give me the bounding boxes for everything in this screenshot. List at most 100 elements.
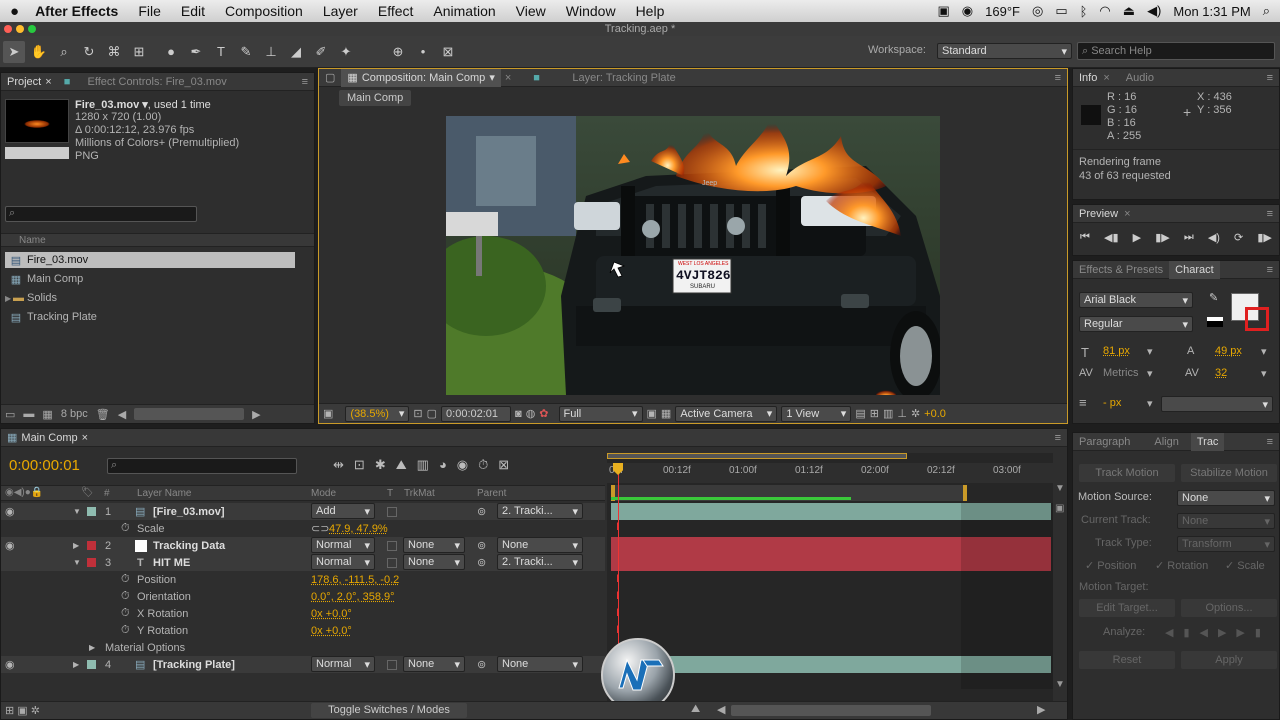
timeline-search-input[interactable]: ⌕ (107, 458, 297, 474)
bluetooth-icon[interactable]: ᛒ (1080, 4, 1088, 19)
leading-value[interactable]: 49 px (1215, 345, 1242, 357)
analyze-buttons[interactable]: ◀▮◀▶▶▮ (1165, 626, 1271, 639)
show-snapshot-icon[interactable]: ◍ (526, 407, 536, 420)
property-row-position[interactable]: ⏱ Position 178.6, -111.5, -0.2 (1, 571, 605, 588)
3d-view-dropdown[interactable]: Active Camera ▾ (675, 405, 778, 422)
stroke-width-value[interactable]: - px (1103, 397, 1121, 409)
font-style-dropdown[interactable]: Regular ▾ (1079, 316, 1193, 332)
parent-dropdown[interactable]: None ▾ (497, 537, 583, 553)
menu-layer[interactable]: Layer (313, 3, 368, 19)
stopwatch-icon[interactable]: ⏱ (121, 573, 130, 586)
temperature-label[interactable]: 169°F (985, 4, 1020, 19)
exposure-value[interactable]: +0.0 (924, 408, 946, 420)
tab-paragraph[interactable]: Paragraph (1073, 433, 1136, 451)
project-item-fire[interactable]: ▤ Fire_03.mov (5, 252, 295, 268)
scale-checkbox[interactable]: ✓ Scale (1225, 559, 1265, 572)
motion-blur-icon[interactable]: ◕ (439, 457, 447, 473)
position-value[interactable]: 178.6, -111.5, -0.2 (311, 574, 399, 586)
font-size-value[interactable]: 81 px (1103, 345, 1130, 357)
blend-mode-dropdown[interactable]: Normal ▾ (311, 554, 375, 570)
clock[interactable]: Mon 1:31 PM (1173, 4, 1250, 19)
axis-mode-icon[interactable]: ⊕ (387, 41, 409, 63)
apply-button[interactable]: Apply (1181, 651, 1277, 669)
property-row-y-rotation[interactable]: ⏱ Y Rotation 0x +0.0° (1, 622, 605, 639)
previous-frame-icon[interactable]: ◀▮ (1104, 231, 1119, 244)
rotate-tool-icon[interactable]: ↻ (78, 41, 100, 63)
tab-audio[interactable]: Audio (1120, 69, 1160, 87)
shy-icon[interactable]: ⛰ (396, 457, 407, 473)
current-time[interactable]: 0:00:00:01 (9, 457, 80, 474)
status-icon[interactable]: ◎ (1032, 3, 1043, 19)
menu-composition[interactable]: Composition (215, 3, 313, 19)
pan-behind-tool-icon[interactable]: ⊞ (128, 41, 150, 63)
panel-menu-icon[interactable]: ≡ (1267, 72, 1279, 84)
tab-character[interactable]: Charact (1169, 260, 1220, 279)
stroke-color-swatch[interactable] (1245, 307, 1269, 331)
fast-previews-icon[interactable]: ⊞ (870, 407, 879, 420)
magnification-dropdown[interactable]: (38.5%) ▾ (345, 405, 410, 422)
always-preview-icon[interactable]: ▣ (323, 407, 333, 420)
first-frame-icon[interactable]: ⏮ (1080, 231, 1090, 244)
comp-flowchart-icon[interactable]: ⊞ ▣ ✲ (5, 704, 40, 717)
roto-brush-tool-icon[interactable]: ✐ (310, 41, 332, 63)
preserve-transparency-toggle[interactable] (387, 506, 397, 517)
reset-exposure-icon[interactable]: ✲ (911, 407, 920, 420)
camera-icon[interactable]: ▣ (937, 3, 949, 19)
tab-layer[interactable]: ■ Layer: Tracking Plate (527, 69, 681, 87)
flowchart-icon[interactable]: ⊥ (897, 407, 907, 420)
graph-editor-icon[interactable]: ⊠ (498, 457, 509, 473)
project-item-tracking-plate[interactable]: ▤ Tracking Plate (5, 309, 97, 325)
timeline-horizontal-scrollbar[interactable] (731, 705, 931, 716)
pick-whip-icon[interactable]: ⊚ (477, 556, 486, 569)
close-tab-icon[interactable]: × (501, 72, 515, 84)
preserve-transparency-toggle[interactable] (387, 557, 397, 568)
project-item-solids[interactable]: ▶ ▬ Solids (5, 290, 57, 306)
axis-world-icon[interactable]: ⊠ (437, 41, 459, 63)
column-mode[interactable]: Mode (311, 488, 336, 499)
channel-icon[interactable]: ✿ (539, 407, 548, 420)
transparency-grid-icon[interactable]: ▦ (661, 407, 671, 420)
tab-align[interactable]: Align (1148, 433, 1184, 451)
disclosure-triangle-icon[interactable]: ▶ (5, 294, 13, 303)
bit-depth-label[interactable]: 8 bpc (61, 408, 88, 420)
new-comp-icon[interactable]: ▦ (42, 408, 52, 421)
layer-name[interactable]: HIT ME (153, 557, 190, 569)
puppet-pin-tool-icon[interactable]: ✦ (335, 41, 357, 63)
track-matte-dropdown[interactable]: None ▾ (403, 537, 465, 553)
auto-keyframe-icon[interactable]: ⏱ (478, 457, 488, 473)
track-matte-dropdown[interactable]: None ▾ (403, 554, 465, 570)
twirl-closed-icon[interactable]: ▶ (73, 660, 79, 669)
motion-source-dropdown[interactable]: None ▾ (1177, 490, 1275, 506)
scroll-left-icon[interactable]: ◀ (717, 703, 725, 716)
scroll-down-icon[interactable]: ▼ (1055, 679, 1065, 690)
column-trkmat[interactable]: TrkMat (404, 488, 435, 499)
label-color[interactable] (87, 507, 96, 516)
zoom-out-icon[interactable]: ▼ (1055, 483, 1065, 494)
column-parent[interactable]: Parent (477, 488, 506, 499)
trash-icon[interactable]: 🗑 (96, 408, 110, 421)
pick-whip-icon[interactable]: ⊚ (477, 539, 486, 552)
loop-icon[interactable]: ⟳ (1234, 231, 1243, 244)
comp-breadcrumb[interactable]: Main Comp (339, 90, 412, 106)
rotation-checkbox[interactable]: ✓ Rotation (1155, 559, 1208, 572)
twirl-closed-icon[interactable]: ▶ (89, 643, 95, 652)
scroll-right-icon[interactable]: ▶ (252, 408, 260, 421)
wifi-icon[interactable]: ◠ (1099, 3, 1110, 19)
app-menu[interactable]: After Effects (29, 3, 128, 19)
blend-mode-dropdown[interactable]: Normal ▾ (311, 537, 375, 553)
close-tab-icon[interactable]: × (1103, 72, 1109, 84)
menu-view[interactable]: View (506, 3, 556, 19)
tab-effect-controls[interactable]: ■ Effect Controls: Fire_03.mov (58, 73, 233, 91)
comp-button-icon[interactable]: ▣ (1055, 503, 1064, 514)
region-of-interest-icon[interactable]: ▣ (647, 407, 657, 420)
panel-menu-icon[interactable]: ≡ (1267, 208, 1279, 220)
toggle-switches-modes[interactable]: Toggle Switches / Modes (311, 703, 467, 718)
time-navigator[interactable] (607, 453, 907, 459)
apple-icon[interactable]: ● (0, 3, 29, 20)
parent-dropdown[interactable]: None ▾ (497, 656, 583, 672)
toggle-pixel-aspect-icon[interactable]: ▤ (855, 407, 865, 420)
timeline-icon[interactable]: ▥ (883, 407, 893, 420)
stopwatch-icon[interactable]: ⏱ (121, 522, 130, 535)
font-family-dropdown[interactable]: Arial Black ▾ (1079, 292, 1193, 308)
footage-name[interactable]: Fire_03.mov ▾ (75, 99, 148, 111)
